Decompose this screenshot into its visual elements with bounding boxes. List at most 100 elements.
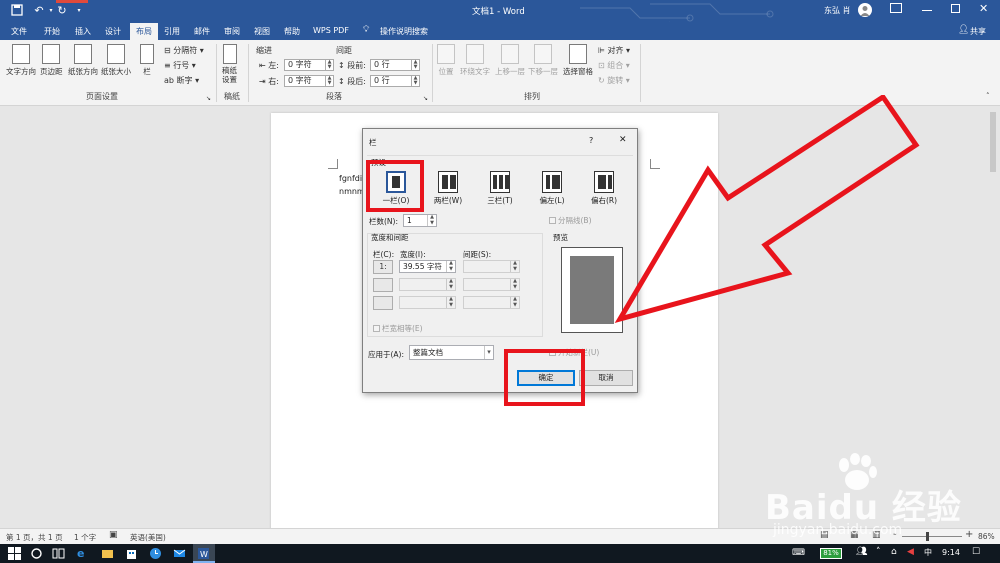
indent-left-input[interactable]: 0 字符 ▲ ▼	[284, 59, 334, 71]
draft-paper-button[interactable]: 稿纸 设置	[222, 44, 237, 84]
user-name[interactable]: 东弘 肖	[824, 5, 851, 16]
num-columns-input[interactable]: 1 ▲ ▼	[403, 214, 437, 227]
width-input-2[interactable]: ▲ ▼	[399, 278, 456, 291]
tab-file[interactable]: 文件	[11, 26, 27, 37]
collapse-ribbon-icon[interactable]: ˄	[986, 92, 990, 100]
avatar[interactable]	[858, 3, 872, 17]
line-between-checkbox[interactable]: 分隔线(B)	[549, 215, 592, 226]
spacing-before-input[interactable]: 0 行 ▲ ▼	[370, 59, 420, 71]
spinner-arrows-icon[interactable]: ▲ ▼	[446, 278, 455, 290]
spacing-input-2[interactable]: ▲ ▼	[463, 278, 520, 291]
spacing-after-input[interactable]: 0 行 ▲ ▼	[370, 75, 420, 87]
spinner-arrows-icon[interactable]: ▲ ▼	[446, 296, 455, 308]
restore-icon[interactable]	[951, 4, 960, 13]
store-icon[interactable]	[125, 547, 138, 560]
edge-browser-icon[interactable]: e	[77, 547, 90, 560]
indent-right-input[interactable]: 0 字符 ▲ ▼	[284, 75, 334, 87]
word-taskbar-button[interactable]: W	[193, 544, 215, 563]
network-icon[interactable]: ⌂	[891, 547, 897, 557]
ribbon-display-options-icon[interactable]	[890, 3, 902, 13]
paragraph-launcher-icon[interactable]: ↘	[423, 95, 428, 102]
tab-insert[interactable]: 插入	[75, 26, 91, 37]
file-explorer-icon[interactable]	[101, 547, 114, 560]
tell-me-search[interactable]: 操作说明搜索	[380, 26, 428, 37]
orientation-button[interactable]: 纸张方向	[68, 44, 98, 77]
clock-app-icon[interactable]	[149, 547, 162, 560]
preset-three-columns[interactable]: 三栏(T)	[480, 171, 520, 206]
customize-qat-icon[interactable]: ▾	[72, 4, 86, 18]
spinner-arrows-icon[interactable]: ▲ ▼	[510, 278, 519, 290]
chevron-up-icon[interactable]: ˄	[876, 547, 881, 557]
page-setup-launcher-icon[interactable]: ↘	[206, 95, 211, 102]
battery-indicator[interactable]: 81%	[820, 548, 842, 559]
spinner-arrows-icon[interactable]: ▲ ▼	[325, 60, 333, 70]
clock-time[interactable]: 9:14	[942, 548, 960, 557]
language[interactable]: 英语(美国)	[130, 532, 166, 543]
tab-design[interactable]: 设计	[105, 26, 121, 37]
size-button[interactable]: 纸张大小	[101, 44, 131, 77]
tab-view[interactable]: 视图	[254, 26, 270, 37]
search-icon[interactable]	[30, 547, 43, 560]
redo-icon[interactable]: ↻	[55, 4, 69, 18]
tab-home[interactable]: 开始	[44, 26, 60, 37]
minimize-icon[interactable]	[922, 10, 932, 11]
people-icon[interactable]: 👥︎	[856, 547, 867, 557]
width-input-1[interactable]: 39.55 字符 ▲ ▼	[399, 260, 456, 273]
align-button[interactable]: ⊫ 对齐 ▾	[598, 45, 630, 56]
page-count[interactable]: 第 1 页，共 1 页	[6, 532, 63, 543]
close-window-icon[interactable]: ✕	[979, 2, 988, 15]
rotate-button[interactable]: ↻ 旋转 ▾	[598, 75, 630, 86]
tab-mailings[interactable]: 邮件	[194, 26, 210, 37]
width-input-3[interactable]: ▲ ▼	[399, 296, 456, 309]
spinner-arrows-icon[interactable]: ▲ ▼	[325, 76, 333, 86]
spinner-arrows-icon[interactable]: ▲ ▼	[510, 260, 519, 272]
volume-icon[interactable]: ◀︎	[907, 547, 914, 557]
svg-text:W: W	[200, 550, 208, 559]
ime-indicator[interactable]: 中	[924, 547, 932, 558]
share-button[interactable]: 共享	[970, 26, 986, 37]
send-backward-button[interactable]: 下移一层	[528, 44, 558, 77]
spinner-arrows-icon[interactable]: ▲ ▼	[411, 76, 419, 86]
equal-width-checkbox[interactable]: 栏宽相等(E)	[373, 323, 423, 334]
task-view-icon[interactable]	[52, 547, 65, 560]
breaks-button[interactable]: ⊟ 分隔符 ▾	[164, 45, 204, 56]
tab-layout[interactable]: 布局	[130, 23, 158, 40]
position-button[interactable]: 位置	[437, 44, 455, 77]
windows-start-icon[interactable]	[8, 547, 21, 560]
group-button[interactable]: ⊡ 组合 ▾	[598, 60, 630, 71]
left-column-icon	[542, 171, 562, 193]
hyphenation-button[interactable]: ab 断字 ▾	[164, 75, 199, 86]
apply-to-select[interactable]: 整篇文档 ▾	[409, 345, 494, 360]
indent-right-value: 0 字符	[288, 76, 312, 85]
preset-two-columns[interactable]: 两栏(W)	[428, 171, 468, 206]
spacing-input-3[interactable]: ▲ ▼	[463, 296, 520, 309]
preset-left[interactable]: 偏左(L)	[532, 171, 572, 206]
margins-button[interactable]: 页边距	[40, 44, 63, 77]
tab-references[interactable]: 引用	[164, 26, 180, 37]
columns-button[interactable]: 栏	[140, 44, 154, 77]
word-count[interactable]: 1 个字	[74, 532, 96, 543]
save-icon[interactable]	[10, 4, 24, 18]
tab-help[interactable]: 帮助	[284, 26, 300, 37]
spinner-arrows-icon[interactable]: ▲ ▼	[427, 214, 436, 226]
share-icon[interactable]: 👤︎	[958, 25, 969, 35]
spacing-input-1[interactable]: ▲ ▼	[463, 260, 520, 273]
tab-wps-pdf[interactable]: WPS PDF	[313, 26, 349, 35]
cancel-button[interactable]: 取消	[579, 370, 633, 386]
spinner-arrows-icon[interactable]: ▲ ▼	[510, 296, 519, 308]
vertical-scrollbar[interactable]	[990, 112, 996, 172]
mail-icon[interactable]	[173, 547, 186, 560]
chevron-down-icon[interactable]: ▾	[484, 346, 493, 359]
wrap-text-button[interactable]: 环绕文字	[460, 44, 490, 77]
line-numbers-button[interactable]: ≡ 行号 ▾	[164, 60, 196, 71]
tab-review[interactable]: 审阅	[224, 26, 240, 37]
bring-forward-button[interactable]: 上移一层	[495, 44, 525, 77]
selection-pane-button[interactable]: 选择窗格	[563, 44, 593, 77]
keyboard-icon[interactable]: ⌨︎	[792, 548, 805, 558]
spinner-arrows-icon[interactable]: ▲ ▼	[411, 60, 419, 70]
spinner-arrows-icon[interactable]: ▲ ▼	[446, 260, 455, 272]
notifications-icon[interactable]: ☐	[972, 547, 980, 557]
proofing-icon[interactable]: ▣	[109, 530, 118, 540]
help-button[interactable]: ?	[589, 136, 593, 145]
text-direction-button[interactable]: 文字方向	[6, 44, 36, 77]
